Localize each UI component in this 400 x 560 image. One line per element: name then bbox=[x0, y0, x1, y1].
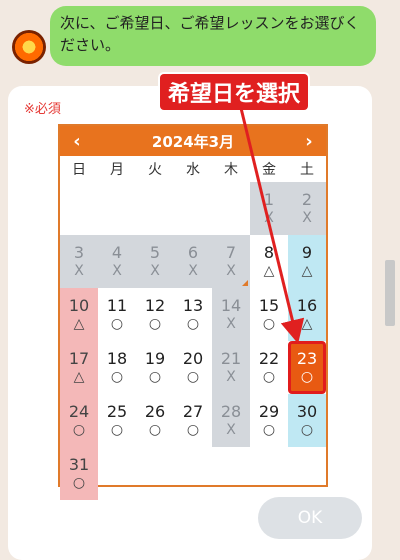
ok-button[interactable]: OK bbox=[258, 497, 362, 539]
annotation-arrow-icon bbox=[238, 103, 305, 344]
scrollbar-thumb[interactable] bbox=[385, 260, 395, 326]
